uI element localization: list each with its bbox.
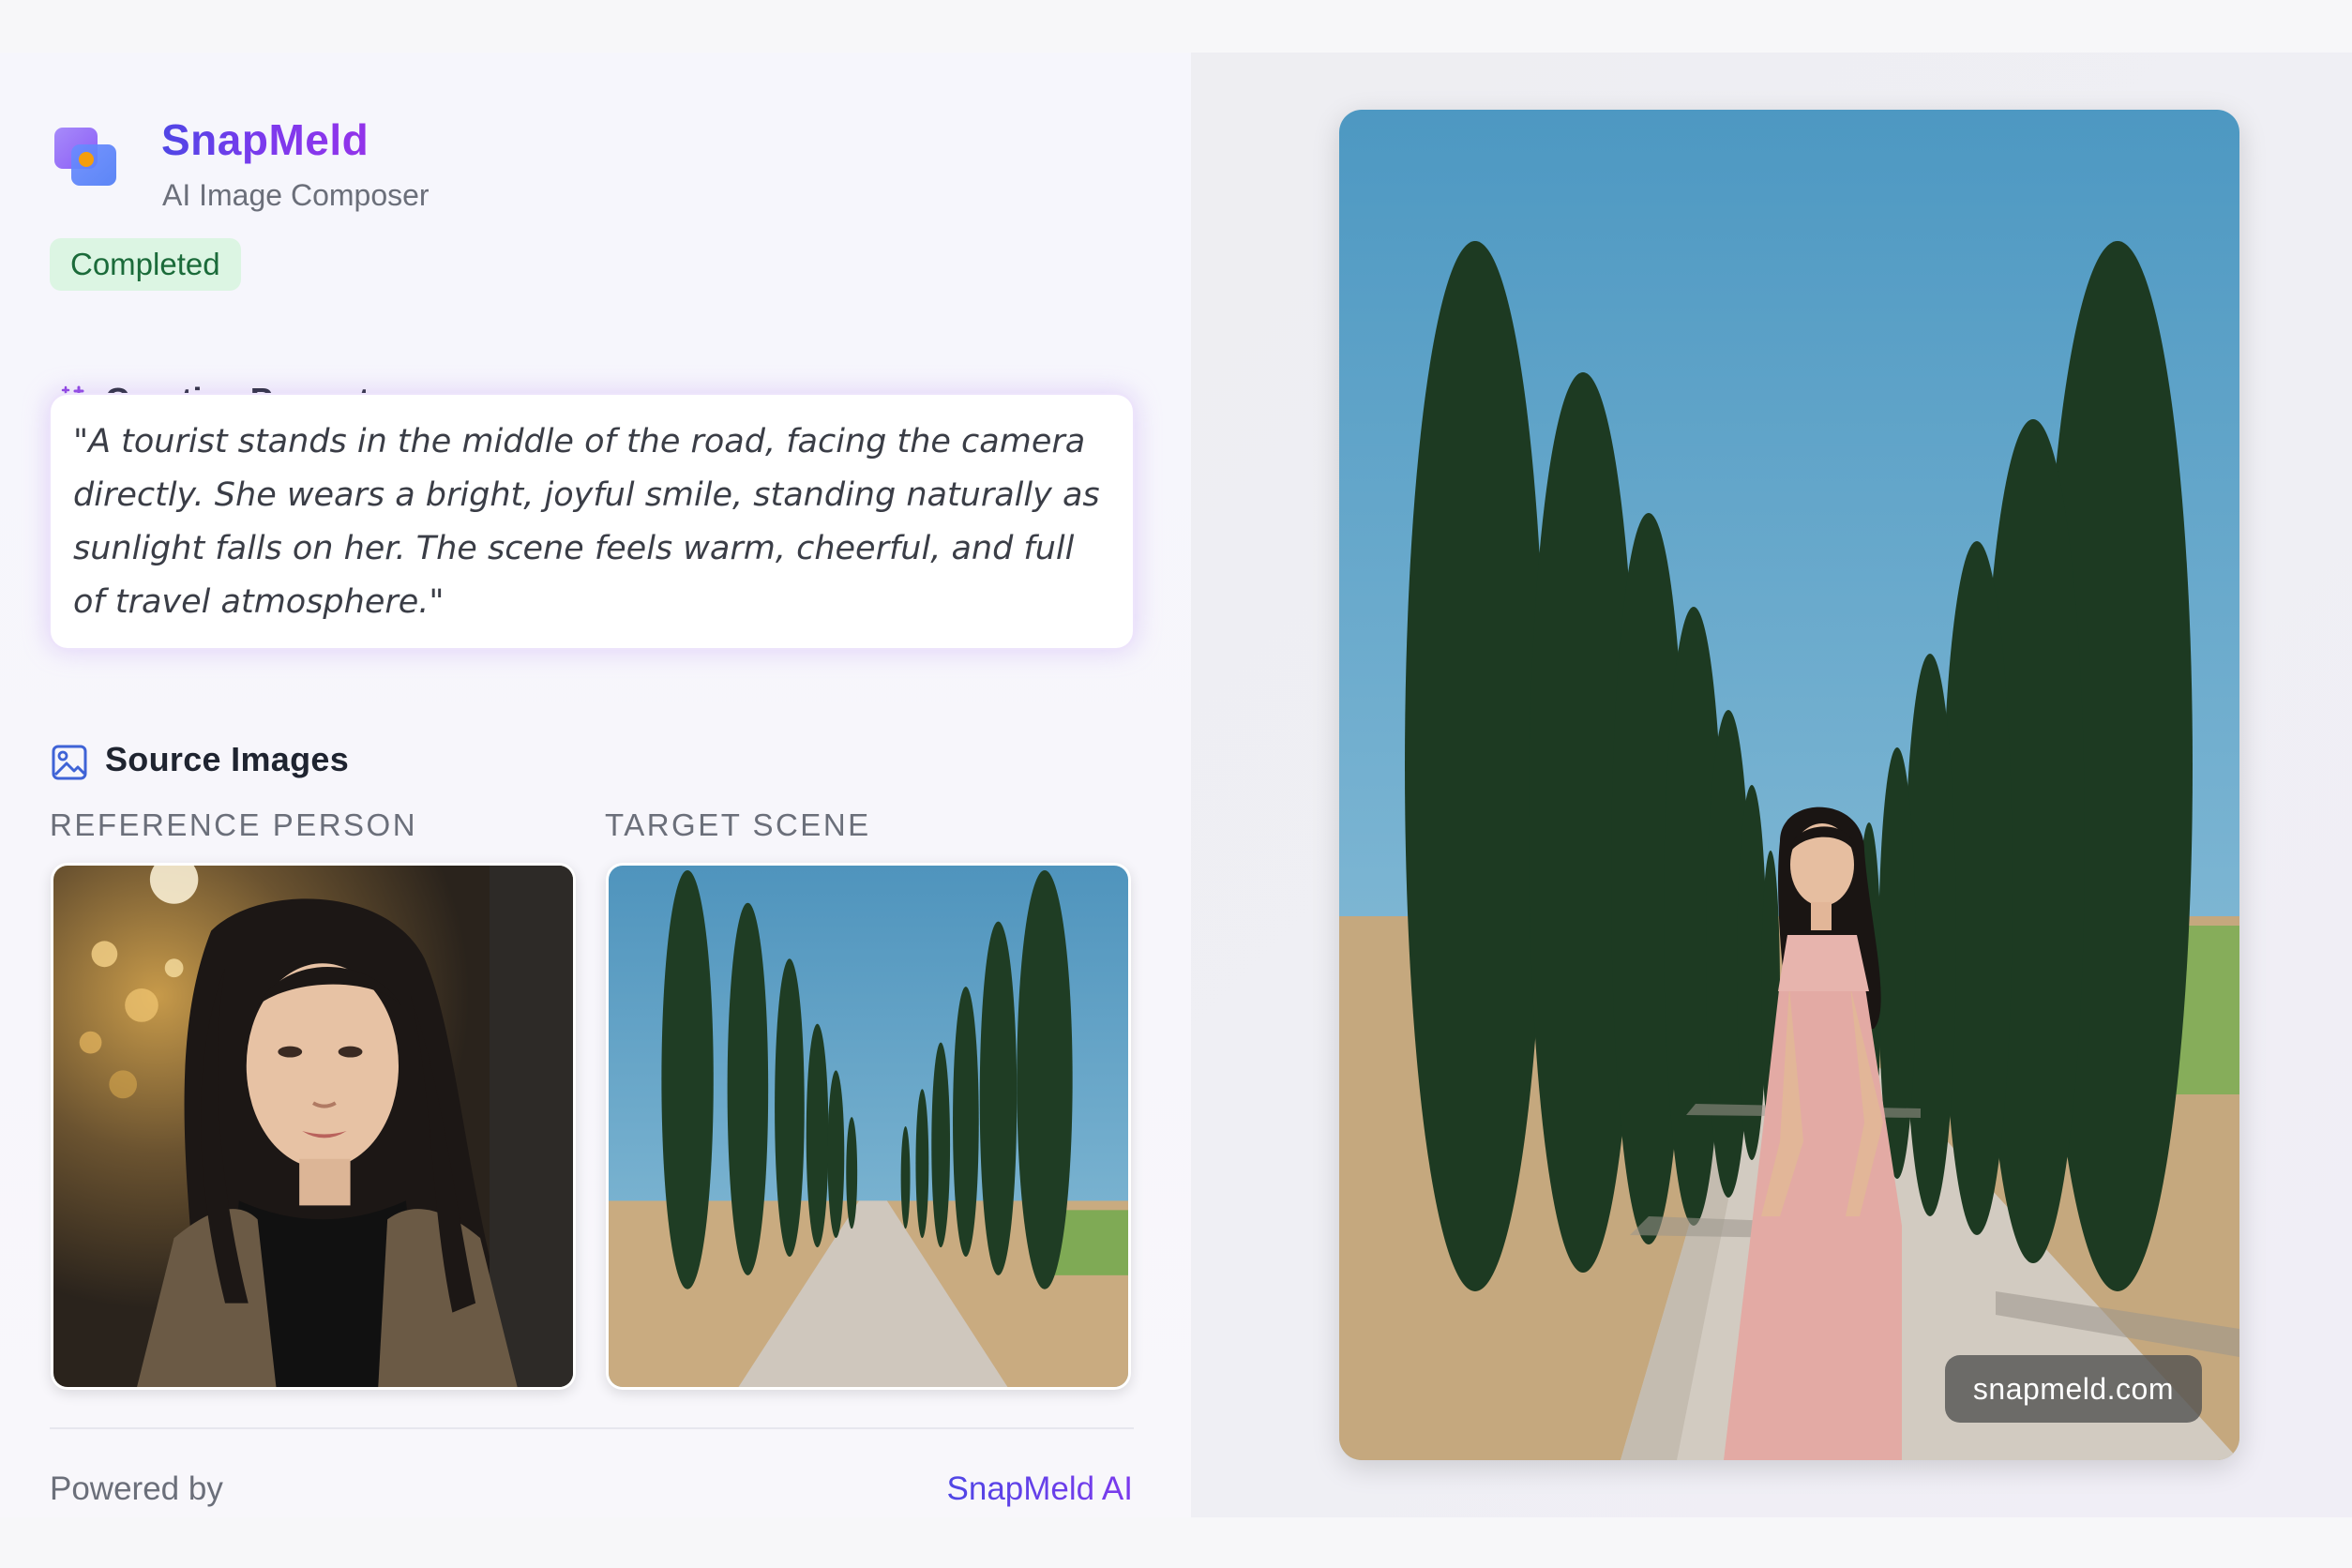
app-name: SnapMeld: [161, 115, 369, 164]
result-panel: snapmeld.com: [1191, 53, 2352, 1517]
details-panel: SnapMeld AI Image Composer Completed Cre…: [0, 53, 1191, 1517]
powered-by-label: Powered by: [50, 1470, 223, 1507]
footer-divider: [50, 1427, 1134, 1429]
snapmeld-logo-icon: [54, 128, 116, 186]
status-badge: Completed: [50, 238, 241, 291]
target-scene-image[interactable]: [606, 863, 1131, 1390]
result-photo: [1339, 110, 2239, 1460]
watermark-badge: snapmeld.com: [1944, 1355, 2202, 1423]
snapmeld-ai-link[interactable]: SnapMeld AI: [947, 1470, 1133, 1508]
result-image[interactable]: snapmeld.com: [1339, 110, 2239, 1460]
image-icon: [52, 745, 87, 780]
prompt-text: "A tourist stands in the middle of the r…: [73, 423, 1100, 621]
reference-person-label: REFERENCE PERSON: [50, 807, 418, 842]
reference-person-image[interactable]: [51, 863, 576, 1390]
sources-section-title: Source Images: [105, 740, 350, 778]
app-frame: SnapMeld AI Image Composer Completed Cre…: [0, 53, 2352, 1517]
app-subtitle: AI Image Composer: [162, 178, 430, 212]
target-scene-label: TARGET SCENE: [605, 807, 871, 842]
reference-person-photo: [53, 866, 573, 1387]
target-scene-photo: [609, 866, 1128, 1387]
prompt-card: "A tourist stands in the middle of the r…: [51, 395, 1133, 648]
